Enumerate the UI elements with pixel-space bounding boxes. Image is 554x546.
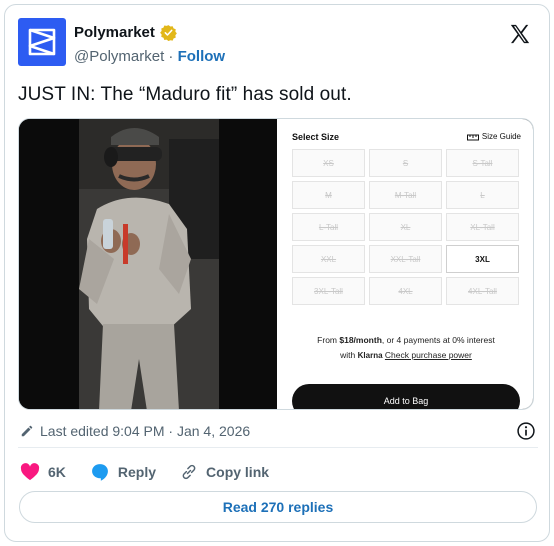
ruler-icon xyxy=(466,134,479,140)
klarna-logo: Klarna xyxy=(357,351,383,360)
size-guide-label: Size Guide xyxy=(481,132,521,141)
shop-panel: Select Size Size Guide XS S S-Tall M M-Tall L… xyxy=(277,119,533,409)
size-guide-link[interactable]: Size Guide xyxy=(466,132,521,141)
size-option-s: S xyxy=(369,149,442,177)
pencil-icon xyxy=(21,425,33,437)
size-option-4xl-tall: 4XL-Tall xyxy=(446,277,519,305)
size-option-s-tall: S-Tall xyxy=(446,149,519,177)
verified-badge-icon xyxy=(160,25,177,41)
copy-link-action[interactable]: Copy link xyxy=(180,463,269,481)
copy-link-label: Copy link xyxy=(206,464,270,480)
size-grid: XS S S-Tall M M-Tall L L-Tall XL XL-Tall XXL XXL-T… xyxy=(292,149,520,305)
edited-timestamp[interactable]: Last edited 9:04 PM · Jan 4, 2026 xyxy=(20,423,250,439)
link-icon xyxy=(182,464,196,480)
size-option-xxl: XXL xyxy=(292,245,365,273)
tweet-card: Polymarket @Polymarket · Follow JUST IN:… xyxy=(4,4,550,542)
reply-action[interactable]: Reply xyxy=(90,462,156,482)
read-replies-button[interactable]: Read 270 replies xyxy=(19,491,537,523)
x-logo-icon[interactable] xyxy=(509,23,531,45)
reply-bubble-icon xyxy=(91,464,108,481)
tweet-text: JUST IN: The “Maduro fit” has sold out. xyxy=(18,84,352,105)
footer-divider xyxy=(18,447,538,448)
size-option-l: L xyxy=(446,181,519,209)
separator-dot: · xyxy=(168,48,178,65)
like-action[interactable]: 6K xyxy=(20,463,66,481)
account-handle-row: @Polymarket · Follow xyxy=(74,48,225,65)
polymarket-logo-avatar[interactable] xyxy=(18,18,66,66)
size-option-l-tall: L-Tall xyxy=(292,213,365,241)
account-name[interactable]: Polymarket xyxy=(74,24,155,41)
finance-amount: $18/month xyxy=(339,335,382,345)
select-size-label: Select Size xyxy=(292,132,340,142)
like-count: 6K xyxy=(48,464,66,480)
size-option-m: M xyxy=(292,181,365,209)
account-handle[interactable]: @Polymarket xyxy=(74,48,164,65)
follow-button[interactable]: Follow xyxy=(178,48,226,65)
size-option-3xl[interactable]: 3XL xyxy=(446,245,519,273)
size-option-xl-tall: XL-Tall xyxy=(446,213,519,241)
size-option-xs: XS xyxy=(292,149,365,177)
size-option-xl: XL xyxy=(369,213,442,241)
financing-text: From $18/month, or 4 payments at 0% inte… xyxy=(292,333,520,363)
size-option-xxl-tall: XXL-Tall xyxy=(369,245,442,273)
finance-suffix: , or 4 payments at 0% interest xyxy=(381,335,495,345)
reply-label: Reply xyxy=(117,464,157,480)
polymarket-logo-icon xyxy=(28,28,56,56)
tweet-media[interactable]: Select Size Size Guide XS S S-Tall M M-Tall L… xyxy=(18,118,534,410)
finance-prefix: From xyxy=(317,335,340,345)
finance-with: with xyxy=(340,350,358,360)
media-photo[interactable] xyxy=(19,119,277,409)
size-option-4xl: 4XL xyxy=(369,277,442,305)
account-name-row: Polymarket xyxy=(74,24,177,41)
size-option-3xl-tall: 3XL-Tall xyxy=(292,277,365,305)
add-to-bag-button[interactable]: Add to Bag xyxy=(292,384,520,409)
person-photo-illustration xyxy=(19,119,277,409)
heart-icon xyxy=(20,463,40,481)
size-option-m-tall: M-Tall xyxy=(369,181,442,209)
info-icon[interactable] xyxy=(516,421,536,441)
tweet-actions: 6K Reply Copy link xyxy=(20,462,293,482)
edited-text: Last edited 9:04 PM · Jan 4, 2026 xyxy=(40,423,251,439)
check-purchase-power-link[interactable]: Check purchase power xyxy=(385,350,472,360)
